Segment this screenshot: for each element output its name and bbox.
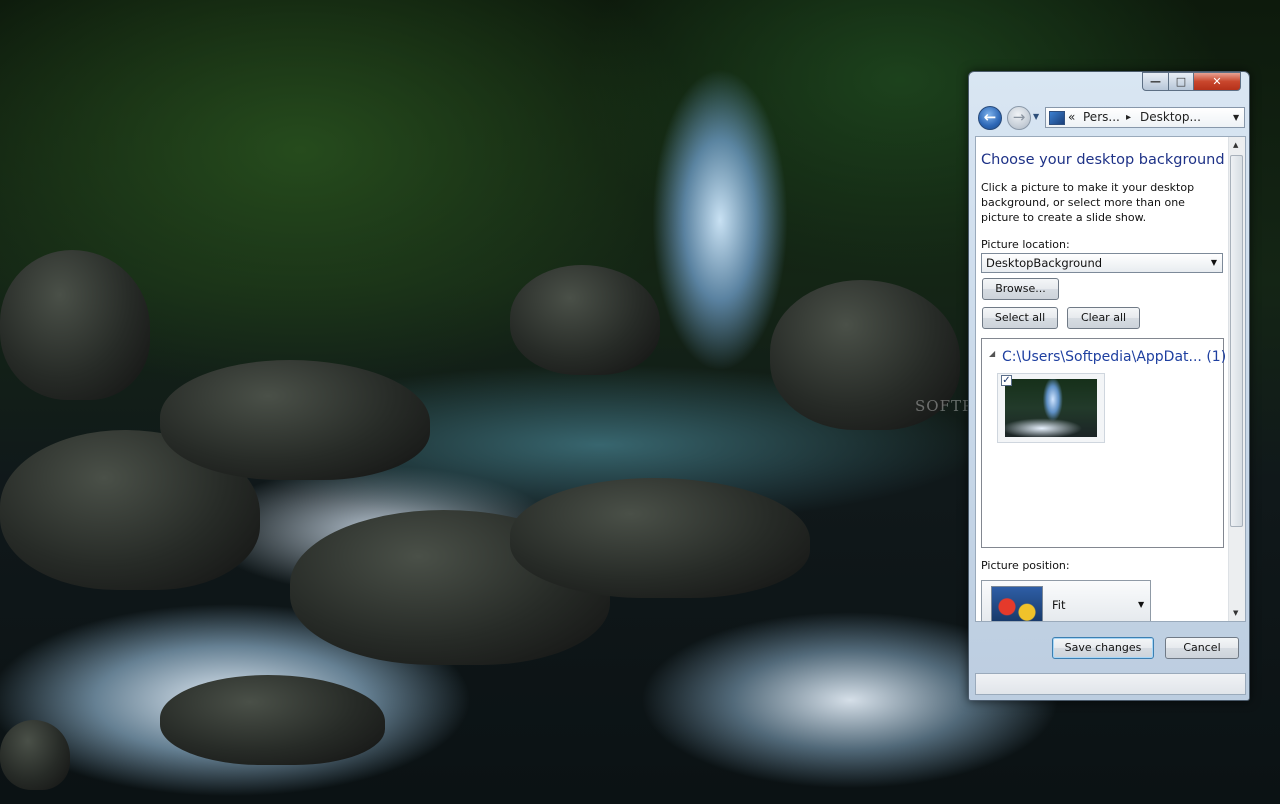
wallpaper-rock (160, 360, 430, 480)
scroll-down-arrow[interactable]: ▼ (1233, 609, 1238, 617)
address-chevrons[interactable]: « (1068, 108, 1075, 127)
wallpaper-rock (0, 250, 150, 400)
picture-location-value: DesktopBackground (986, 256, 1103, 270)
maximize-button[interactable]: □ (1168, 72, 1194, 91)
picture-thumbnail[interactable]: ✓ (997, 373, 1105, 443)
chevron-down-icon: ▼ (1138, 600, 1145, 609)
picture-position-label: Picture position: (981, 559, 1070, 572)
picture-position-select[interactable]: Fit ▼ (981, 580, 1151, 621)
chevron-down-icon: ▼ (1210, 258, 1217, 267)
browse-button[interactable]: Browse... (982, 278, 1059, 300)
wallpaper-rock (510, 478, 810, 598)
group-header[interactable]: C:\Users\Softpedia\AppDat... (1) (1002, 349, 1226, 365)
forward-button[interactable]: → (1007, 106, 1031, 130)
scroll-up-arrow[interactable]: ▲ (1233, 141, 1238, 149)
wallpaper-rock (160, 675, 385, 765)
content-pane: Choose your desktop background Click a p… (975, 136, 1246, 622)
address-dropdown[interactable]: ▼ (1233, 108, 1239, 127)
breadcrumb-separator[interactable]: ▸ (1126, 108, 1131, 127)
address-bar[interactable]: « Pers... ▸ Desktop... ▼ (1045, 107, 1245, 128)
wallpaper-rock (510, 265, 660, 375)
picture-location-label: Picture location: (981, 238, 1070, 251)
wallpaper-rock (0, 720, 70, 790)
status-bar (975, 673, 1246, 695)
cancel-button[interactable]: Cancel (1165, 637, 1239, 659)
recent-pages-dropdown[interactable]: ▼ (1033, 112, 1039, 121)
picture-position-value: Fit (1052, 598, 1066, 612)
save-changes-button[interactable]: Save changes (1052, 637, 1154, 659)
control-panel-icon (1049, 111, 1065, 125)
scrollbar-thumb[interactable] (1230, 155, 1243, 527)
picture-gallery[interactable]: ◢ C:\Users\Softpedia\AppDat... (1) ✓ (981, 338, 1226, 548)
page-title: Choose your desktop background (981, 152, 1225, 168)
back-button[interactable]: ← (978, 106, 1002, 130)
thumbnail-checkbox[interactable]: ✓ (1001, 375, 1012, 386)
picture-location-select[interactable]: DesktopBackground ▼ (981, 253, 1223, 273)
minimize-button[interactable]: — (1142, 72, 1169, 91)
clear-all-button[interactable]: Clear all (1067, 307, 1140, 329)
page-description: Click a picture to make it your desktop … (981, 181, 1195, 224)
flower-preview-icon (991, 586, 1043, 621)
breadcrumb-desktop-background[interactable]: Desktop... (1140, 108, 1201, 127)
select-all-button[interactable]: Select all (982, 307, 1058, 329)
waterfall-thumbnail-image[interactable] (1005, 379, 1097, 437)
vertical-scrollbar[interactable]: ▲ ▼ (1228, 137, 1245, 621)
group-collapse-toggle[interactable]: ◢ (989, 349, 995, 358)
close-button[interactable]: ✕ (1193, 72, 1241, 91)
personalization-window[interactable]: — □ ✕ ← → ▼ « Pers... ▸ Desktop... ▼ Cho… (968, 71, 1250, 701)
breadcrumb-personalization[interactable]: Pers... (1083, 108, 1120, 127)
